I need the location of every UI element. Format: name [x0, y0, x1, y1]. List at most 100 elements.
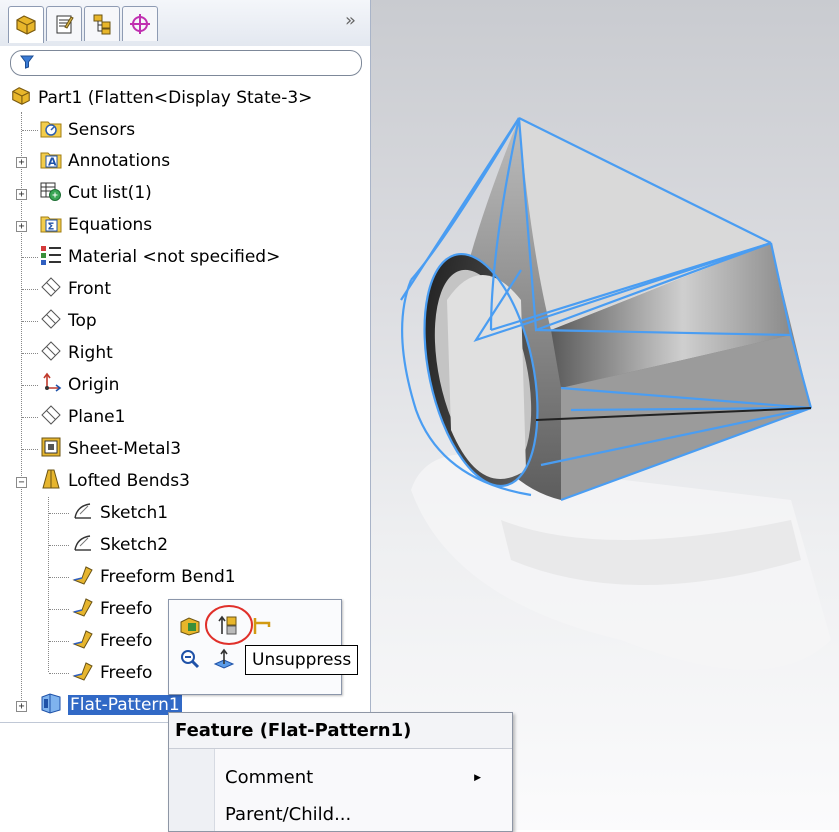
sketch-icon	[72, 500, 94, 522]
tree-item-label: Right	[68, 343, 113, 363]
expand-toggle[interactable]: +	[16, 221, 27, 232]
tree-item-label: Plane1	[68, 407, 126, 427]
edit-feature-button[interactable]	[177, 612, 203, 638]
tree-connector	[49, 545, 69, 546]
tree-item-label: Lofted Bends3	[68, 471, 190, 491]
collapse-toggle[interactable]: −	[16, 477, 27, 488]
tree-item-label-selected: Flat-Pattern1	[68, 695, 182, 715]
configuration-manager-icon	[93, 14, 111, 35]
submenu-arrow-icon: ▶	[474, 773, 481, 783]
tree-item-freeform-bend4[interactable]: Freefo	[72, 658, 152, 688]
tree-trunk-line	[21, 112, 22, 708]
menu-icon-gutter	[169, 749, 215, 831]
edit-feature-icon	[180, 617, 200, 636]
tree-connector	[49, 641, 69, 642]
tree-item-cut-list[interactable]: Cut list(1)	[40, 178, 152, 208]
tree-item-sketch1[interactable]: Sketch1	[72, 498, 168, 528]
sensors-folder-icon	[40, 117, 62, 139]
tree-connector	[22, 449, 38, 450]
tree-item-label: Sensors	[68, 120, 136, 140]
origin-icon	[40, 372, 62, 394]
filter-icon	[19, 54, 35, 74]
tree-item-label: Top	[68, 311, 97, 331]
tree-item-annotations[interactable]: A Annotations	[40, 146, 170, 176]
plane-icon	[40, 308, 62, 330]
expand-toggle[interactable]: +	[16, 157, 27, 168]
dim-xpert-tab[interactable]	[122, 6, 158, 41]
tree-item-sensors[interactable]: Sensors	[40, 115, 135, 145]
model-view	[400, 117, 831, 670]
tree-item-label: Freefo	[100, 631, 153, 651]
zoom-to-selection-button[interactable]	[177, 646, 203, 672]
expand-toggle[interactable]: +	[16, 189, 27, 200]
tree-item-label: Equations	[68, 215, 153, 235]
tree-item-equations[interactable]: Σ Equations	[40, 210, 152, 240]
freeform-bend-icon	[72, 564, 94, 586]
context-menu: Feature (Flat-Pattern1) Comment ▶ Parent…	[168, 712, 513, 832]
configuration-manager-tab[interactable]	[84, 6, 120, 41]
menu-title: Feature (Flat-Pattern1)	[169, 713, 512, 749]
tree-item-label: Material <not specified>	[68, 247, 281, 267]
tree-connector	[22, 289, 38, 290]
tree-item-plane1[interactable]: Plane1	[40, 402, 125, 432]
feature-filter-input[interactable]	[10, 50, 362, 76]
tree-connector	[49, 673, 69, 674]
manager-tab-bar: »	[0, 0, 370, 46]
tree-item-front-plane[interactable]: Front	[40, 274, 111, 304]
flat-pattern-icon	[40, 692, 62, 714]
tree-item-label: Cut list(1)	[68, 183, 152, 203]
tree-item-flat-pattern1[interactable]: Flat-Pattern1	[40, 690, 182, 720]
tree-item-label: Annotations	[68, 151, 171, 171]
tree-connector	[22, 353, 38, 354]
tree-item-sheet-metal3[interactable]: Sheet-Metal3	[40, 434, 181, 464]
tree-connector	[22, 417, 38, 418]
tree-branch-line	[48, 497, 49, 672]
tree-connector	[22, 321, 38, 322]
normal-to-button[interactable]	[211, 646, 237, 672]
menu-item-parent-child[interactable]: Parent/Child...	[225, 799, 351, 831]
menu-item-comment[interactable]: Comment ▶	[225, 762, 495, 794]
tree-item-label: Freefo	[100, 599, 153, 619]
expand-toggle[interactable]: +	[16, 701, 27, 712]
svg-text:A: A	[48, 156, 57, 169]
tree-connector	[49, 577, 69, 578]
tree-item-origin[interactable]: Origin	[40, 370, 119, 400]
tree-connector	[22, 257, 38, 258]
svg-text:Σ: Σ	[48, 222, 55, 233]
unsuppress-tooltip: Unsuppress	[245, 645, 359, 675]
sheet-metal-icon	[40, 436, 62, 458]
freeform-bend-icon	[72, 660, 94, 682]
tree-connector	[49, 513, 69, 514]
normal-to-icon	[213, 648, 235, 669]
plane-icon	[40, 340, 62, 362]
plane-icon	[40, 276, 62, 298]
tree-item-top-plane[interactable]: Top	[40, 306, 97, 336]
part-icon	[10, 85, 32, 107]
context-toolbar: Unsuppress	[168, 599, 359, 695]
tree-item-freeform-bend2[interactable]: Freefo	[72, 594, 152, 624]
menu-item-label: Parent/Child...	[225, 804, 352, 825]
tree-item-label: Freeform Bend1	[100, 567, 236, 587]
feature-manager-tab[interactable]	[8, 6, 44, 43]
tree-item-freeform-bend3[interactable]: Freefo	[72, 626, 152, 656]
tree-item-right-plane[interactable]: Right	[40, 338, 113, 368]
equations-folder-icon: Σ	[40, 212, 62, 234]
tree-connector	[22, 385, 38, 386]
annotations-folder-icon: A	[40, 148, 62, 170]
tree-item-label: Origin	[68, 375, 120, 395]
tree-item-freeform-bend1[interactable]: Freeform Bend1	[72, 562, 236, 592]
property-manager-icon	[56, 15, 74, 34]
graphics-viewport[interactable]	[371, 0, 839, 830]
cut-list-icon	[40, 180, 62, 202]
zoom-icon	[181, 650, 200, 669]
menu-item-label: Comment	[225, 767, 314, 788]
more-tabs-button[interactable]: »	[345, 10, 356, 31]
plane-icon	[40, 404, 62, 426]
tree-item-material[interactable]: Material <not specified>	[40, 242, 280, 272]
tree-root-part[interactable]: Part1 (Flatten<Display State-3>	[10, 83, 312, 113]
tree-item-sketch2[interactable]: Sketch2	[72, 530, 168, 560]
feature-manager-panel: » Part1 (Flatten<Display State-3> Sensor…	[0, 0, 371, 831]
tree-item-lofted-bends3[interactable]: Lofted Bends3	[40, 466, 190, 496]
property-manager-tab[interactable]	[46, 6, 82, 41]
tree-item-label: Sheet-Metal3	[68, 439, 182, 459]
